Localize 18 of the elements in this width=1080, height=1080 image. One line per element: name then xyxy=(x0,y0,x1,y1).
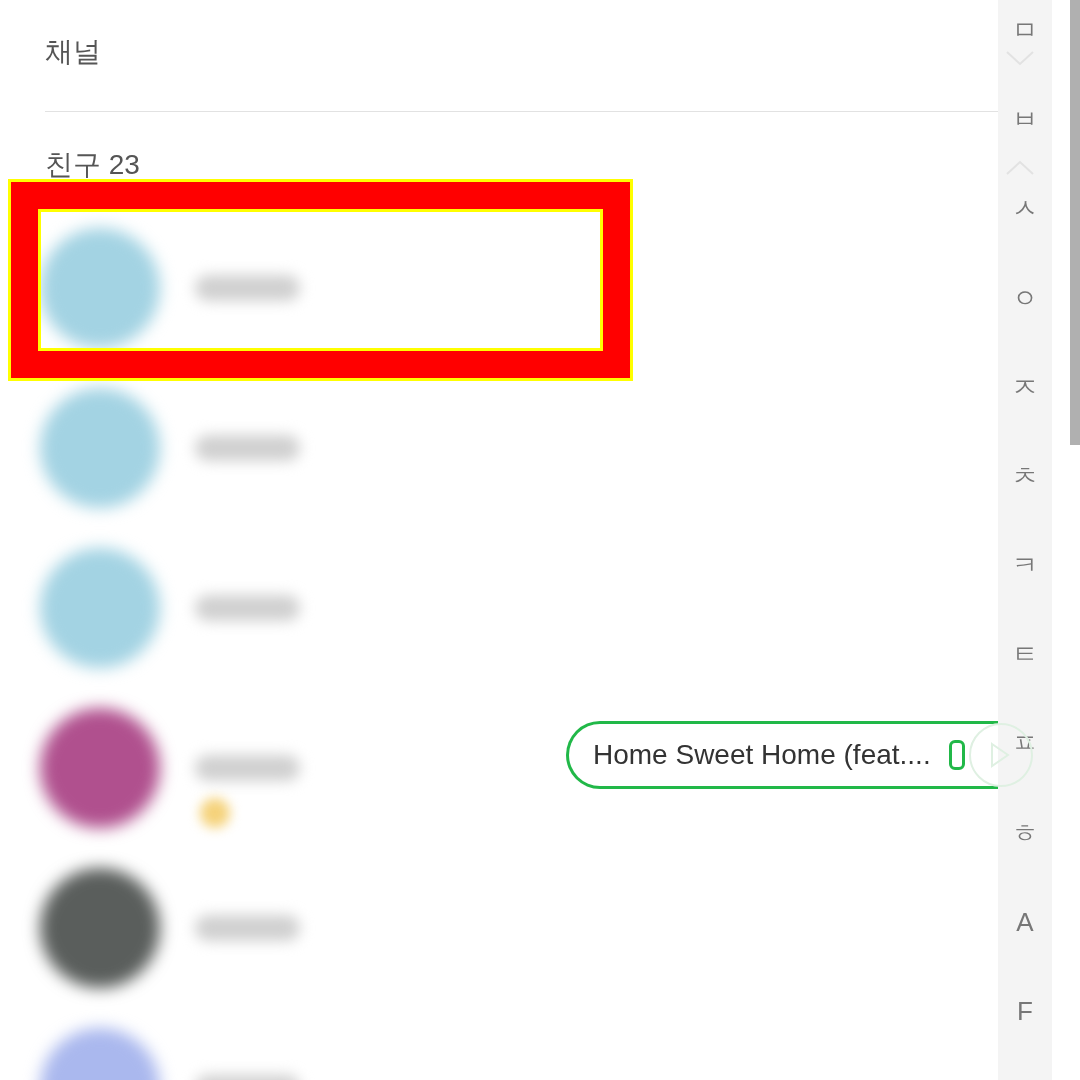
index-letter[interactable]: ㅋ xyxy=(1005,545,1045,635)
index-letter[interactable]: ㅂ xyxy=(1005,99,1045,189)
song-title: Home Sweet Home (feat.... xyxy=(593,739,931,771)
play-icon[interactable] xyxy=(968,722,1034,788)
index-letter[interactable]: ㅈ xyxy=(1005,366,1045,456)
section-title: 친구 23 xyxy=(45,148,140,182)
index-letter[interactable]: ㅅ xyxy=(1005,188,1045,278)
section-title: 채널 xyxy=(45,35,101,69)
index-letter[interactable]: ㅎ xyxy=(1005,812,1045,902)
index-letter[interactable]: ㅇ xyxy=(1005,277,1045,367)
now-playing-pill[interactable]: Home Sweet Home (feat.... xyxy=(566,721,998,789)
index-letter[interactable]: ㅁ xyxy=(1005,10,1045,100)
music-icon xyxy=(948,740,965,770)
index-letter[interactable]: F xyxy=(1005,990,1045,1080)
index-letter[interactable]: ㅌ xyxy=(1005,634,1045,724)
index-letter[interactable]: ㅊ xyxy=(1005,455,1045,546)
scrollbar[interactable] xyxy=(1070,0,1080,445)
index-letter[interactable]: A xyxy=(1005,901,1045,991)
